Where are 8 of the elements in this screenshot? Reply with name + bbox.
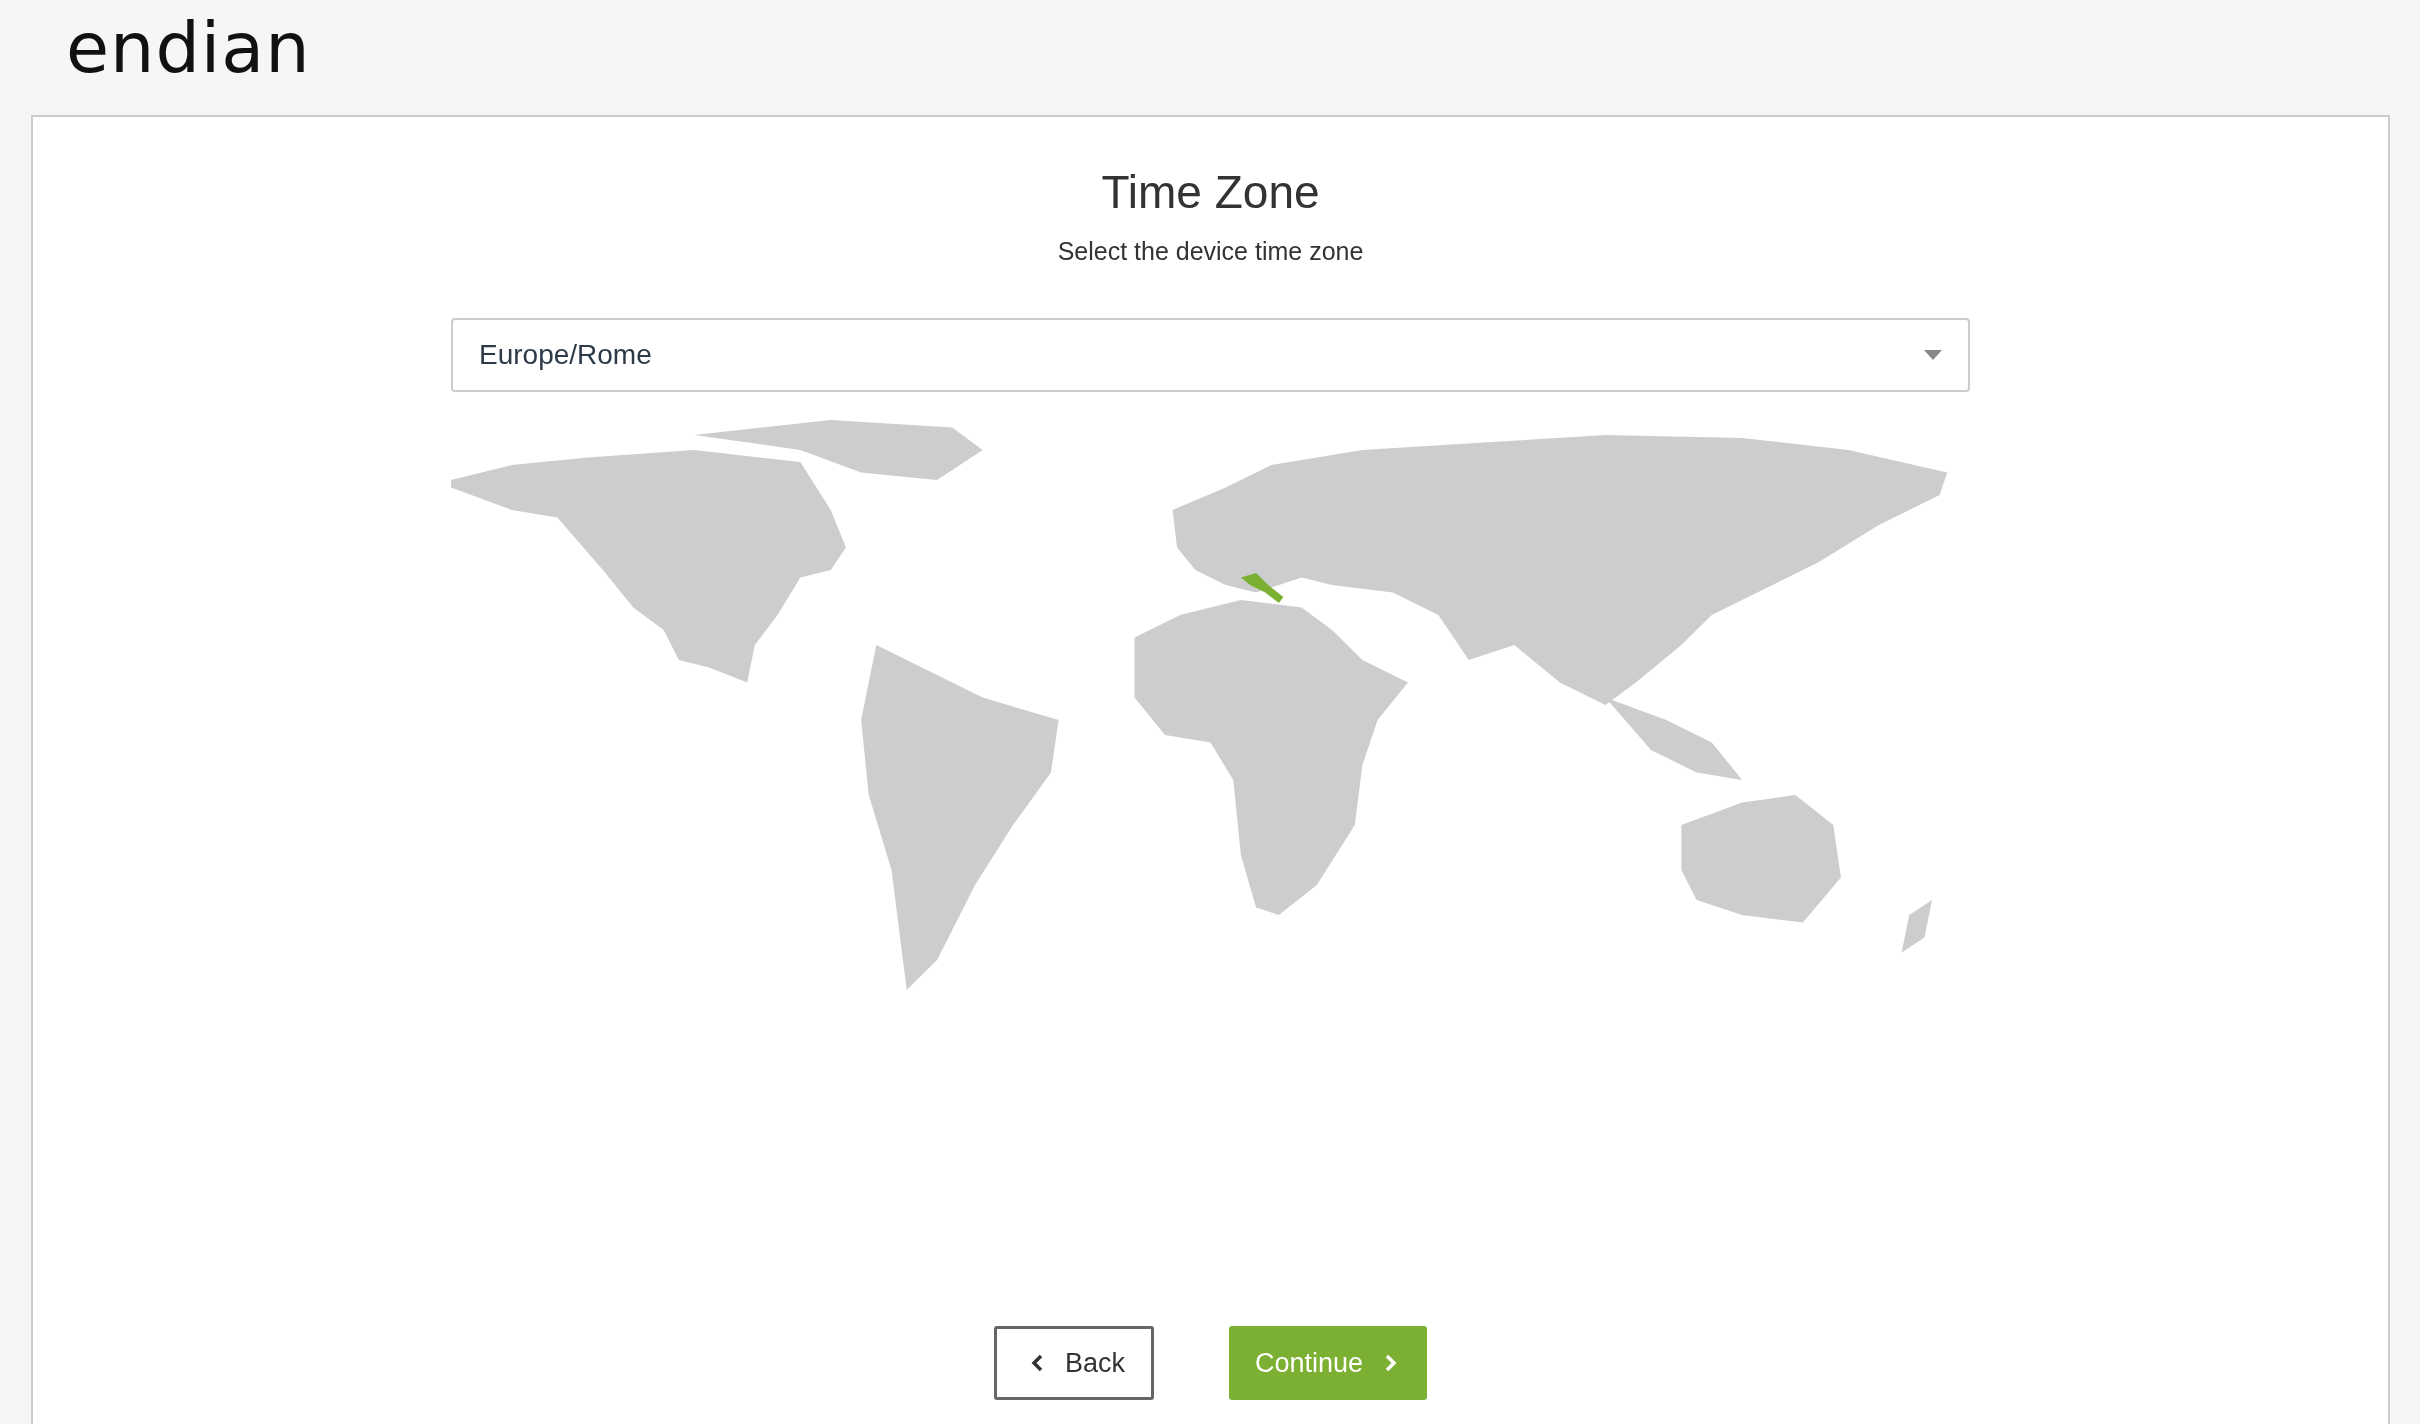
back-button[interactable]: Back: [993, 1326, 1154, 1400]
chevron-left-icon: [1030, 1354, 1043, 1372]
chevron-right-icon: [1385, 1354, 1398, 1372]
timezone-select[interactable]: Europe/Rome: [451, 318, 1970, 392]
page-subtitle: Select the device time zone: [1057, 237, 1364, 266]
page-title: Time Zone: [1101, 165, 1320, 219]
caret-icon: [1924, 350, 1942, 360]
logo: endian: [66, 7, 311, 89]
